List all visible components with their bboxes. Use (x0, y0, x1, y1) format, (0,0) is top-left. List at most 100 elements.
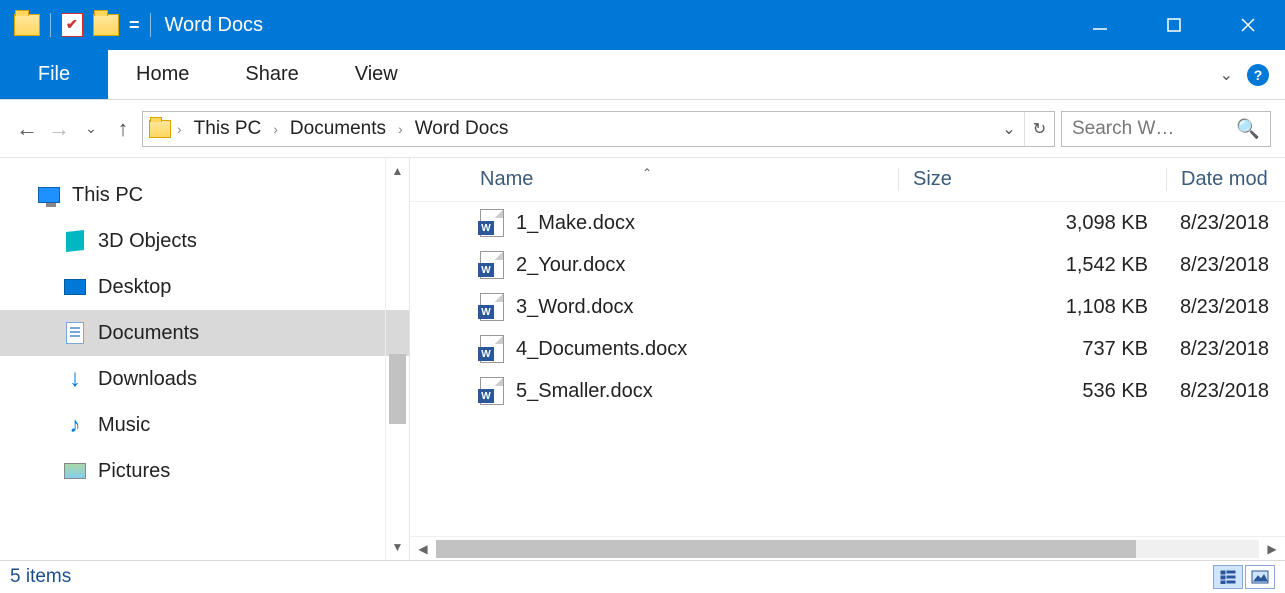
navigation-pane: This PC 3D Objects Desktop Documents ↓ D… (0, 158, 410, 560)
breadcrumb-documents[interactable]: Documents (284, 118, 392, 140)
tree-item-downloads[interactable]: ↓ Downloads (0, 356, 409, 402)
chevron-right-icon[interactable]: › (396, 121, 405, 137)
sidebar-scrollbar[interactable]: ▲ ▼ (385, 158, 409, 560)
properties-icon[interactable] (61, 13, 83, 37)
quick-access-toolbar: = (0, 13, 151, 37)
scrollbar-thumb[interactable] (389, 354, 406, 424)
chevron-right-icon[interactable]: › (175, 121, 184, 137)
breadcrumb-current[interactable]: Word Docs (409, 118, 515, 140)
folder-icon[interactable] (14, 14, 40, 36)
scrollbar-track[interactable] (386, 184, 409, 534)
scrollbar-track[interactable] (436, 540, 1259, 558)
tree-label: Downloads (98, 368, 197, 391)
scroll-down-icon[interactable]: ▼ (386, 534, 409, 560)
tree-label: Pictures (98, 460, 170, 483)
ribbon-tabs: File Home Share View ⌄ ? (0, 50, 1285, 100)
scroll-right-icon[interactable]: ▶ (1259, 542, 1285, 556)
tree-item-pictures[interactable]: Pictures (0, 448, 409, 494)
main-content: This PC 3D Objects Desktop Documents ↓ D… (0, 158, 1285, 560)
address-bar[interactable]: › This PC › Documents › Word Docs ⌄ ↻ (142, 111, 1055, 147)
customize-qat-icon[interactable]: = (129, 15, 140, 36)
status-item-count: 5 items (10, 566, 71, 588)
tree-item-this-pc[interactable]: This PC (0, 172, 409, 218)
details-view-button[interactable] (1213, 565, 1243, 589)
tree-label: This PC (72, 184, 143, 207)
address-dropdown-button[interactable]: ⌄ (994, 112, 1024, 146)
new-folder-icon[interactable] (93, 14, 119, 36)
collapse-ribbon-icon[interactable]: ⌄ (1220, 65, 1233, 85)
downloads-icon: ↓ (64, 368, 86, 390)
tree-label: 3D Objects (98, 230, 197, 253)
scroll-left-icon[interactable]: ◀ (410, 542, 436, 556)
forward-button[interactable]: → (46, 116, 72, 142)
file-date: 8/23/2018 (1166, 338, 1285, 361)
file-date: 8/23/2018 (1166, 380, 1285, 403)
file-size: 1,108 KB (898, 296, 1166, 319)
maximize-button[interactable] (1137, 0, 1211, 50)
file-row[interactable]: 3_Word.docx 1,108 KB8/23/2018 (410, 286, 1285, 328)
file-size: 536 KB (898, 380, 1166, 403)
file-row[interactable]: 4_Documents.docx 737 KB8/23/2018 (410, 328, 1285, 370)
file-name: 3_Word.docx (516, 296, 633, 319)
music-icon: ♪ (64, 414, 86, 436)
docx-file-icon (480, 209, 504, 237)
tree-item-documents[interactable]: Documents (0, 310, 409, 356)
docx-file-icon (480, 293, 504, 321)
tree-item-desktop[interactable]: Desktop (0, 264, 409, 310)
refresh-button[interactable]: ↻ (1024, 112, 1054, 146)
thumbnails-view-button[interactable] (1245, 565, 1275, 589)
file-size: 1,542 KB (898, 254, 1166, 277)
recent-locations-button[interactable]: ⌄ (78, 120, 104, 137)
window-controls (1063, 0, 1285, 50)
file-size: 737 KB (898, 338, 1166, 361)
file-row[interactable]: 2_Your.docx 1,542 KB8/23/2018 (410, 244, 1285, 286)
desktop-icon (64, 279, 86, 295)
file-row[interactable]: 1_Make.docx 3,098 KB8/23/2018 (410, 202, 1285, 244)
file-row[interactable]: 5_Smaller.docx 536 KB8/23/2018 (410, 370, 1285, 412)
up-button[interactable]: ↑ (110, 116, 136, 142)
column-header-name[interactable]: Name ⌃ (410, 168, 898, 191)
title-bar: = Word Docs (0, 0, 1285, 50)
tab-view[interactable]: View (327, 50, 426, 99)
search-input[interactable]: Search W… 🔍 (1061, 111, 1271, 147)
tree-item-music[interactable]: ♪ Music (0, 402, 409, 448)
file-date: 8/23/2018 (1166, 212, 1285, 235)
file-name: 5_Smaller.docx (516, 380, 653, 403)
file-list: 1_Make.docx3,098 KB8/23/20182_Your.docx1… (410, 202, 1285, 412)
tab-home[interactable]: Home (108, 50, 217, 99)
file-date: 8/23/2018 (1166, 254, 1285, 277)
back-button[interactable]: ← (14, 116, 40, 142)
chevron-right-icon[interactable]: › (271, 121, 280, 137)
search-icon: 🔍 (1236, 117, 1260, 141)
file-name: 1_Make.docx (516, 212, 635, 235)
sort-indicator-icon: ⌃ (642, 166, 652, 180)
scrollbar-thumb[interactable] (436, 540, 1136, 558)
scroll-up-icon[interactable]: ▲ (386, 158, 409, 184)
docx-file-icon (480, 251, 504, 279)
horizontal-scrollbar[interactable]: ◀ ▶ (410, 536, 1285, 560)
tree-label: Desktop (98, 276, 171, 299)
tree-label: Documents (98, 322, 199, 345)
file-size: 3,098 KB (898, 212, 1166, 235)
file-date: 8/23/2018 (1166, 296, 1285, 319)
file-tab[interactable]: File (0, 50, 108, 99)
column-header-size[interactable]: Size (898, 168, 1166, 191)
navigation-bar: ← → ⌄ ↑ › This PC › Documents › Word Doc… (0, 100, 1285, 158)
tab-share[interactable]: Share (217, 50, 326, 99)
file-name: 4_Documents.docx (516, 338, 687, 361)
status-bar: 5 items (0, 560, 1285, 593)
tree-item-3d-objects[interactable]: 3D Objects (0, 218, 409, 264)
file-list-pane: Name ⌃ Size Date mod 1_Make.docx 3,098 KB… (410, 158, 1285, 560)
3d-objects-icon (66, 230, 84, 252)
tree-label: Music (98, 414, 150, 437)
file-name: 2_Your.docx (516, 254, 625, 277)
docx-file-icon (480, 335, 504, 363)
breadcrumb-this-pc[interactable]: This PC (188, 118, 268, 140)
docx-file-icon (480, 377, 504, 405)
column-header-date[interactable]: Date mod (1166, 168, 1285, 191)
separator (50, 13, 51, 37)
help-icon[interactable]: ? (1247, 64, 1269, 86)
close-button[interactable] (1211, 0, 1285, 50)
documents-icon (66, 322, 84, 344)
minimize-button[interactable] (1063, 0, 1137, 50)
